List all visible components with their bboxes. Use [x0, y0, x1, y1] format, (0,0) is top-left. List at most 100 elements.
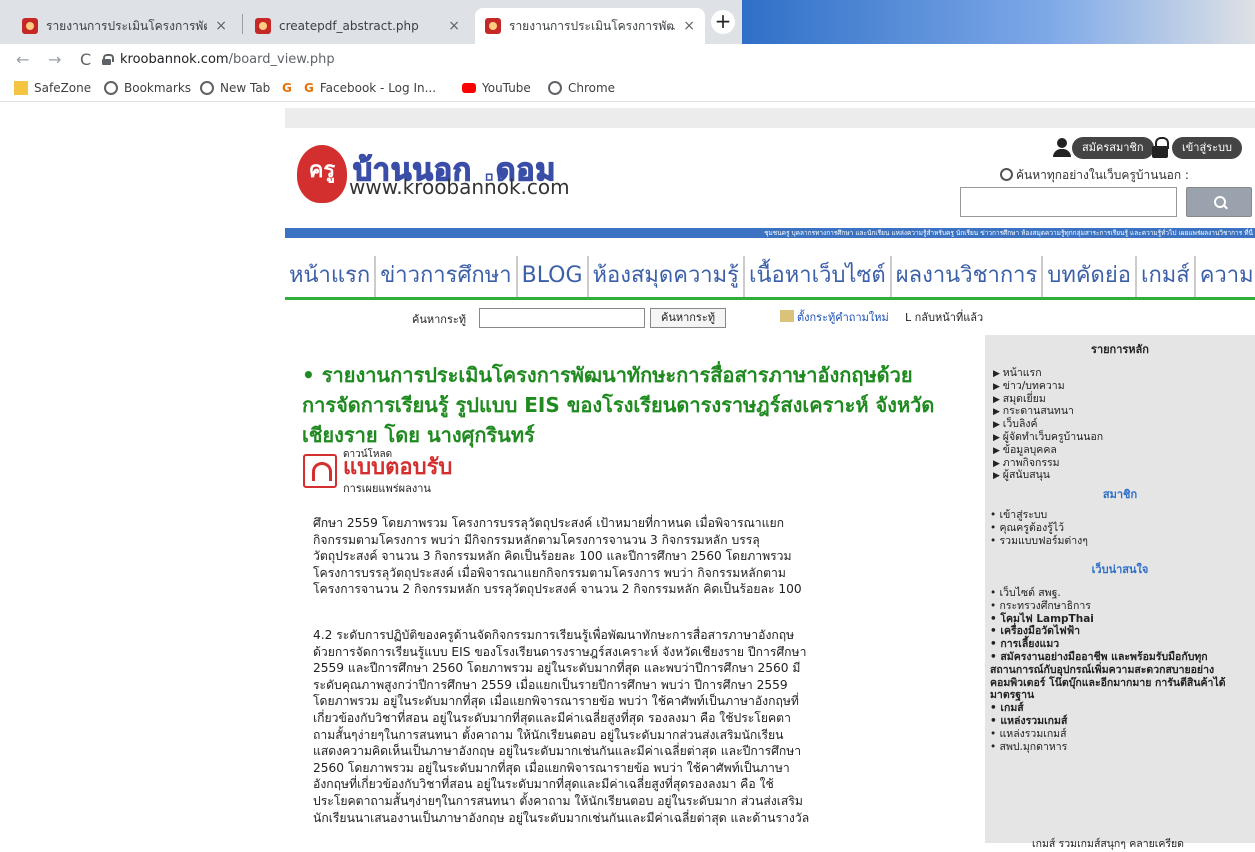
- padlock-icon: [1152, 137, 1169, 159]
- nav-site-content[interactable]: เนื้อหาเว็บไซต์: [745, 256, 892, 297]
- reload-icon[interactable]: C: [80, 50, 91, 69]
- close-tab-icon[interactable]: ×: [448, 18, 460, 34]
- text-line: แสดงความคิดเห็นเป็นภาษาอังกฤษ อยู่ในระดั…: [313, 744, 802, 759]
- register-button[interactable]: สมัครสมาชิก: [1072, 137, 1154, 159]
- sidebar-link-cat-care[interactable]: • การเลี้ยงแมว: [990, 638, 1252, 651]
- close-tab-icon[interactable]: ×: [215, 18, 227, 34]
- new-question-text: ตั้งกระทู้คำถามใหม่: [797, 311, 889, 324]
- tab-title: createpdf_abstract.php: [279, 19, 419, 33]
- bookmark-label: New Tab: [220, 81, 271, 95]
- bookmark-youtube[interactable]: YouTube: [462, 81, 531, 95]
- site-search-button[interactable]: [1186, 187, 1252, 217]
- text-line: 4.2 ระดับการปฏิบัติของครูด้านจัดกิจกรรมก…: [313, 628, 795, 642]
- text-line: โดยภาพรวม อยู่ในระดับมากที่สุด เมื่อแยกพ…: [313, 694, 799, 709]
- board-search-input[interactable]: [479, 308, 645, 328]
- close-tab-icon[interactable]: ×: [683, 18, 695, 34]
- text-line: ถามสั้นๆง่ายๆในการสนทนา ตั้งคาถาม ให้นัก…: [313, 727, 784, 742]
- sidebar-link-lampthai[interactable]: • โคมไฟ LampThai: [990, 613, 1252, 626]
- browser-tab-1[interactable]: รายงานการประเมินโครงการพัฒนาทั ×: [12, 8, 237, 44]
- bookmark-facebook[interactable]: G Facebook - Log In...: [304, 81, 436, 95]
- download-big-label: แบบตอบรับ: [343, 455, 453, 480]
- globe-icon: [548, 81, 562, 95]
- bookmark-bookmarks[interactable]: Bookmarks: [104, 81, 191, 95]
- sidebar-main-title: รายการหลัก: [1091, 343, 1149, 356]
- bookmark-chrome[interactable]: Chrome: [548, 81, 615, 95]
- url-path: /board_view.php: [228, 52, 335, 67]
- article-paragraph-1: ศึกษา 2559 โดยภาพรวม โครงการบรรลุวัตถุปร…: [313, 515, 941, 598]
- sidebar-link-moe[interactable]: • กระทรวงศึกษาธิการ: [990, 600, 1252, 613]
- bookmark-new-tab[interactable]: New Tab: [200, 81, 270, 95]
- site-logo[interactable]: ครู บ้านนอก .ดอม www.kroobannok.com: [297, 145, 570, 205]
- sidebar-item-sponsors[interactable]: ผู้สนับสนุน: [993, 470, 1103, 483]
- nav-education-news[interactable]: ข่าวการศึกษา: [376, 256, 518, 297]
- sidebar-link-electrical-tools[interactable]: • เครื่องมือวัดไฟฟ้า: [990, 625, 1252, 638]
- sidebar-item-home[interactable]: หน้าแรก: [993, 367, 1103, 381]
- nav-abstracts[interactable]: บทคัดย่อ: [1043, 256, 1137, 297]
- address-bar[interactable]: kroobannok.com/board_view.php: [120, 52, 335, 67]
- bookmark-label: SafeZone: [34, 81, 92, 95]
- nav-home[interactable]: หน้าแรก: [285, 256, 377, 297]
- login-button[interactable]: เข้าสู่ระบบ: [1172, 137, 1242, 159]
- sidebar-link-obec[interactable]: • เว็บไซต์ สพฐ.: [990, 587, 1252, 600]
- bookmarks-bar: SafeZone Bookmarks New Tab G G Facebook -…: [0, 76, 1255, 102]
- page-top-strip: [285, 108, 1255, 128]
- new-tab-button[interactable]: +: [711, 10, 735, 34]
- folder-icon: [14, 81, 28, 95]
- sidebar-link-job-ad[interactable]: • สมัครงานอย่างมืออาชีพ และพร้อมรับมือกั…: [990, 651, 1252, 702]
- bookmark-label: Chrome: [568, 81, 616, 95]
- text-line: 2560 โดยภาพรวม อยู่ในระดับมากที่สุด เมื่…: [313, 760, 790, 775]
- globe-icon: [104, 81, 118, 95]
- sidebar-link-game-hub-bold[interactable]: • แหล่งรวมเกมส์: [990, 715, 1252, 728]
- bookmark-label: Bookmarks: [124, 81, 192, 95]
- sidebar-link-teacher-tips[interactable]: • คุณครูต้องรู้ไว้: [990, 522, 1252, 535]
- lock-icon: [102, 54, 114, 65]
- globe-icon: [200, 81, 214, 95]
- tab-title: รายงานการประเมินโครงการพัฒนาทั: [46, 18, 207, 33]
- pencil-icon: [780, 310, 794, 322]
- nav-academic-works[interactable]: ผลงานวิชาการ: [892, 256, 1044, 297]
- tab-title: รายงานการประเมินโครงการพัฒนาท: [509, 18, 676, 33]
- browser-tab-2[interactable]: createpdf_abstract.php ×: [245, 8, 470, 44]
- text-line: โครงการจานวน 2 กิจกรรมหลัก บรรลุวัตถุประ…: [313, 582, 802, 597]
- bookmark-safezone[interactable]: SafeZone: [14, 81, 91, 95]
- nav-games[interactable]: เกมส์: [1137, 256, 1196, 297]
- site-favicon-icon: [255, 18, 271, 34]
- nav-knowledge-library[interactable]: ห้องสมุดความรู้: [589, 256, 745, 297]
- board-search-button[interactable]: ค้นหากระทู้: [650, 308, 726, 328]
- ticker-strip: ชุมชนครู บุคลากรทางการศึกษา และนักเรียน …: [285, 228, 1255, 238]
- google-icon: G: [304, 81, 314, 95]
- sidebar-item-personal-info[interactable]: ข้อมูลบุคคล: [993, 444, 1103, 458]
- article-paragraph-2: 4.2 ระดับการปฏิบัติของครูด้านจัดกิจกรรมก…: [313, 627, 941, 826]
- nav-blog[interactable]: BLOG: [518, 256, 589, 297]
- sidebar-item-authors[interactable]: ผู้จัดทำเว็บครูบ้านนอก: [993, 431, 1103, 445]
- browser-tab-bar: รายงานการประเมินโครงการพัฒนาทั × createp…: [0, 0, 1255, 44]
- tab-divider: [242, 14, 243, 34]
- nav-general-knowledge[interactable]: ความรู้ทั่วไป: [1196, 256, 1255, 297]
- sidebar-item-news[interactable]: ข่าว/บทความ: [993, 380, 1103, 394]
- main-navigation: หน้าแรก ข่าวการศึกษา BLOG ห้องสมุดความรู…: [285, 256, 1255, 300]
- bookmark-google[interactable]: G: [282, 81, 292, 95]
- site-search-input[interactable]: [960, 187, 1177, 217]
- sidebar-link-mukdahan[interactable]: • สพป.มุกดาหาร: [990, 741, 1252, 754]
- download-response-form[interactable]: ดาวน์โหลด แบบตอบรับ การเผยแพร่ผลงาน: [303, 447, 513, 495]
- text-line: วัตถุประสงค์ จานวน 3 กิจกรรมหลัก คิดเป็น…: [313, 549, 792, 564]
- back-arrow-icon[interactable]: ←: [16, 50, 29, 69]
- sidebar-link-forms[interactable]: • รวมแบบฟอร์มต่างๆ: [990, 535, 1252, 548]
- tab-bar-background: [742, 0, 1255, 44]
- new-question-link[interactable]: ตั้งกระทู้คำถามใหม่: [780, 308, 889, 326]
- sidebar-link-games[interactable]: • เกมส์: [990, 702, 1252, 715]
- go-back-link[interactable]: L กลับหน้าที่แล้ว: [905, 308, 983, 326]
- sidebar-link-login[interactable]: • เข้าสู่ระบบ: [990, 509, 1252, 522]
- browser-tab-3-active[interactable]: รายงานการประเมินโครงการพัฒนาท ×: [475, 8, 705, 44]
- text-line: ประโยคตาถามสั้นๆง่ายๆในการสนทนา ตั้งคาถา…: [313, 793, 803, 808]
- forward-arrow-icon[interactable]: →: [48, 50, 61, 69]
- article-title: • รายงานการประเมินโครงการพัฒนาทักษะการสื…: [302, 363, 935, 447]
- sidebar-interest-title: เว็บน่าสนใจ: [1091, 563, 1149, 576]
- site-favicon-icon: [22, 18, 38, 34]
- user-icon: [1053, 136, 1071, 158]
- sidebar-link-game-hub[interactable]: • แหล่งรวมเกมส์: [990, 728, 1252, 741]
- sidebar-member-links: • เข้าสู่ระบบ • คุณครูต้องรู้ไว้ • รวมแบ…: [990, 509, 1252, 547]
- bookmark-label: YouTube: [482, 81, 531, 95]
- sidebar-interest-links: • เว็บไซต์ สพฐ. • กระทรวงศึกษาธิการ • โค…: [990, 587, 1252, 753]
- bookmark-label: Facebook - Log In...: [319, 81, 437, 95]
